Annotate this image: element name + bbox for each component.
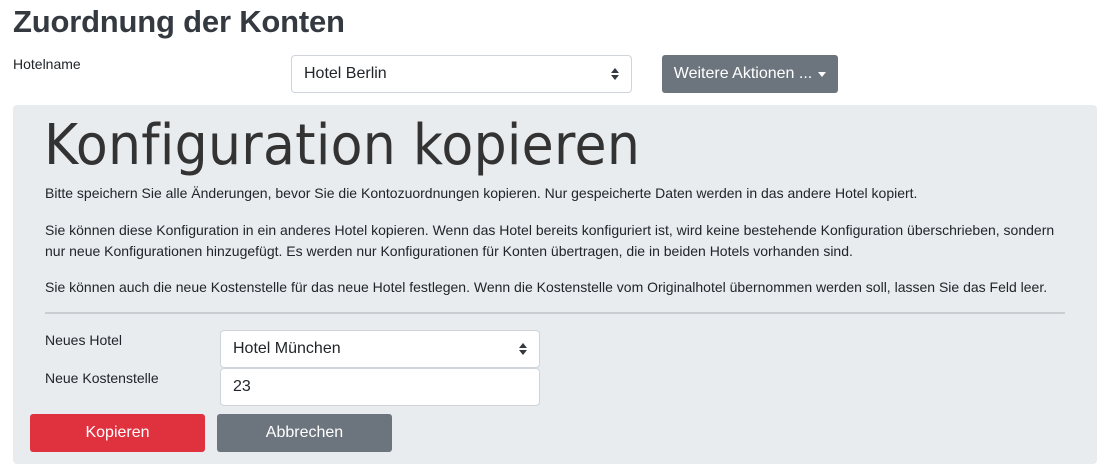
sort-arrows-icon (611, 68, 619, 80)
new-cost-center-label: Neue Kostenstelle (45, 370, 159, 386)
new-hotel-select-value: Hotel München (233, 340, 341, 357)
more-actions-label: Weitere Aktionen ... (673, 65, 813, 82)
new-hotel-select[interactable]: Hotel München (220, 330, 540, 368)
copy-button[interactable]: Kopieren (30, 414, 205, 452)
sort-arrows-icon (519, 343, 527, 355)
new-hotel-label: Neues Hotel (45, 332, 123, 348)
panel-title: Konfiguration kopieren (44, 113, 641, 178)
info-paragraph: Sie können auch die neue Kostenstelle fü… (45, 279, 1048, 295)
new-cost-center-input[interactable] (220, 368, 540, 406)
more-actions-button[interactable]: Weitere Aktionen ... (662, 55, 838, 93)
hotel-select[interactable]: Hotel Berlin (291, 55, 632, 93)
info-paragraph: Bitte speichern Sie alle Änderungen, bev… (45, 185, 918, 201)
hotel-name-label: Hotelname (13, 56, 81, 72)
divider (45, 312, 1065, 314)
caret-down-icon (818, 71, 827, 77)
hotel-select-value: Hotel Berlin (304, 65, 387, 82)
page-title: Zuordnung der Konten (13, 4, 345, 39)
info-paragraph: Sie können diese Konfiguration in ein an… (45, 222, 1055, 259)
copy-configuration-panel: Konfiguration kopieren Bitte speichern S… (13, 105, 1097, 464)
cancel-button[interactable]: Abbrechen (217, 414, 392, 452)
